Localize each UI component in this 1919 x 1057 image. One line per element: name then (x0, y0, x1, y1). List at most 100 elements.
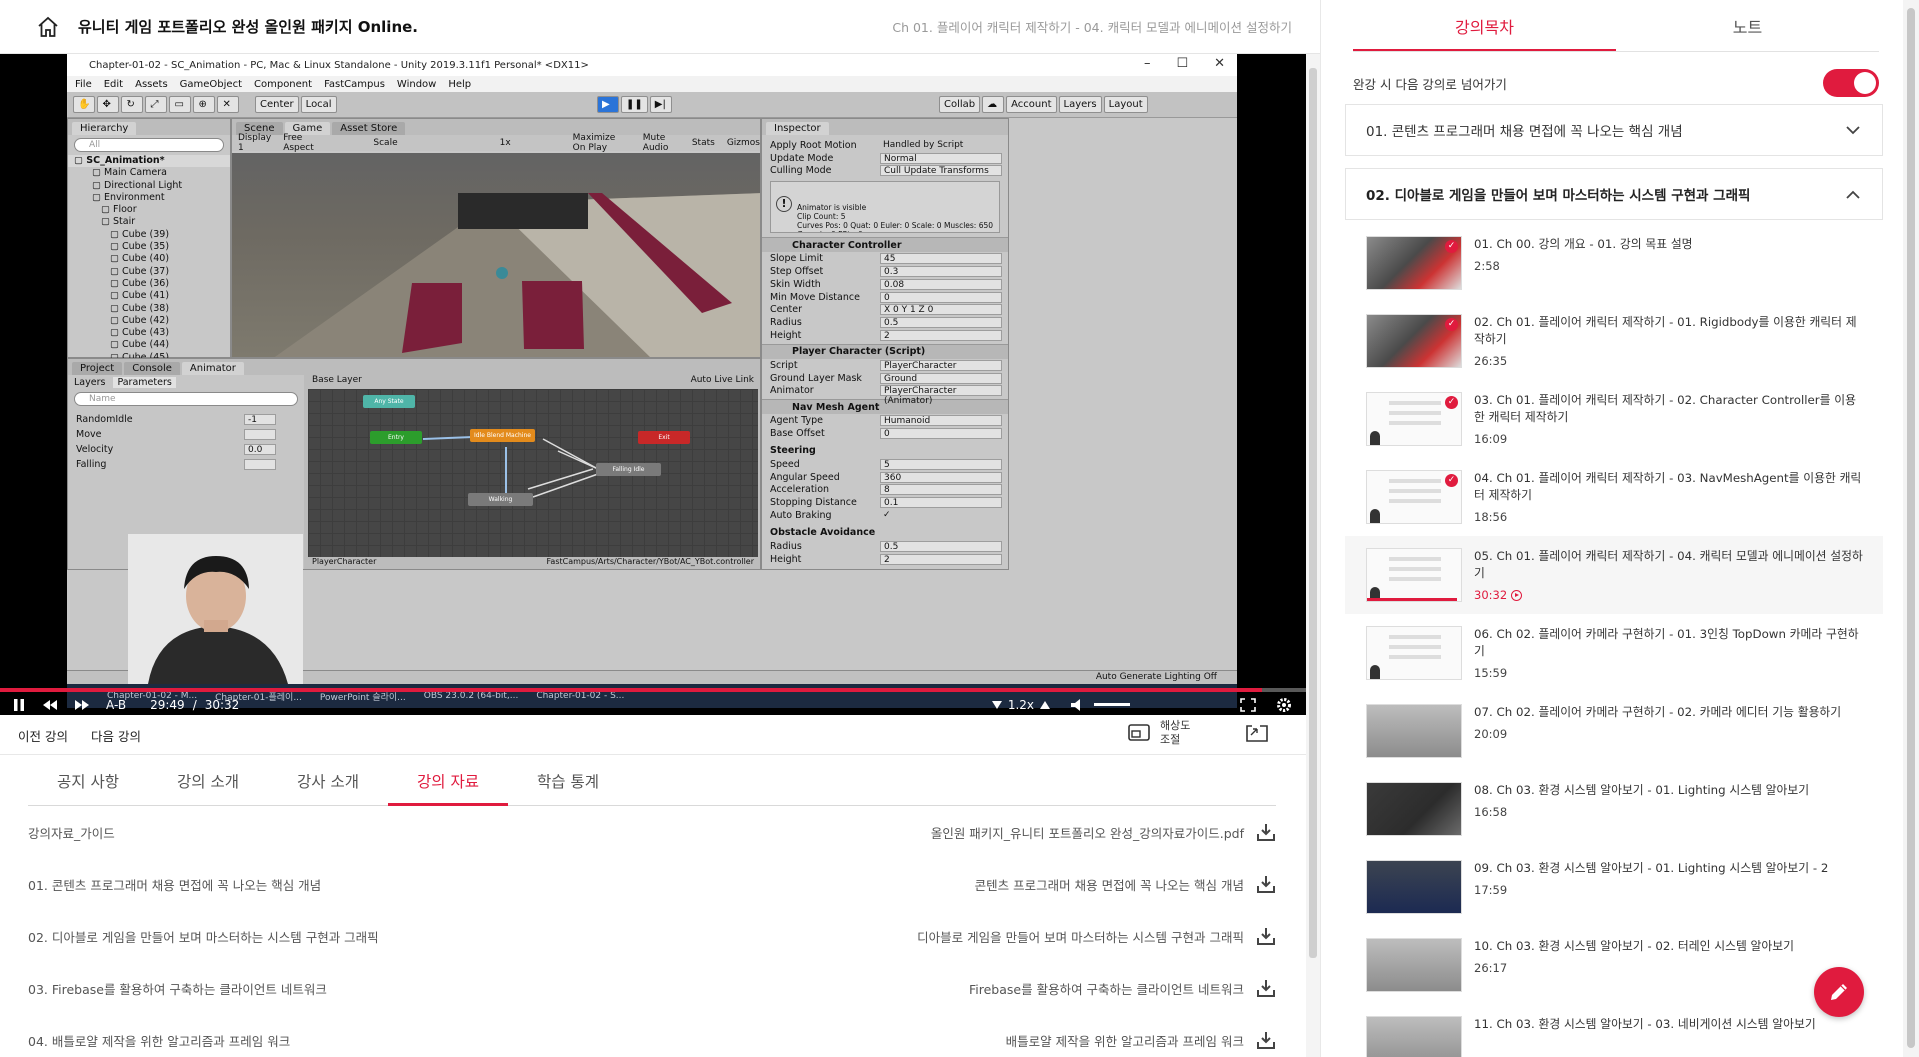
sidebar-scrollbar-thumb[interactable] (1907, 8, 1915, 1048)
animator-info-text: Animator is visible Clip Count: 5 Curves… (797, 203, 994, 232)
field-label: Culling Mode (770, 165, 832, 177)
video-progress-bar[interactable] (0, 688, 1306, 692)
lecture-thumbnail: ✓ (1366, 236, 1462, 290)
lecture-item[interactable]: 11. Ch 03. 환경 시스템 알아보기 - 03. 네비게이션 시스템 알… (1345, 1004, 1883, 1057)
material-file[interactable]: 올인원 패키지_유니티 포트폴리오 완성_강의자료가이드.pdf (931, 822, 1276, 842)
download-icon[interactable] (1256, 874, 1276, 894)
lecture-item[interactable]: 08. Ch 03. 환경 시스템 알아보기 - 01. Lighting 시스… (1345, 770, 1883, 848)
forward-button[interactable] (74, 699, 90, 711)
lecture-duration: 30:32 (1474, 588, 1864, 602)
speed-down-button[interactable] (991, 700, 1002, 710)
lecture-item[interactable]: ✓ 02. Ch 01. 플레이어 캐릭터 제작하기 - 01. Rigidbod… (1345, 302, 1883, 380)
animator-param-row: RandomIdle -1 (68, 412, 304, 427)
material-file[interactable]: Firebase를 활용하여 구축하는 클라이언트 네트워크 (969, 978, 1276, 998)
sidebar-tab-0[interactable]: 강의목차 (1353, 0, 1616, 52)
course-title: 유니티 게임 포트폴리오 완성 올인원 패키지 Online. (78, 18, 418, 36)
playback-speed[interactable]: 1.2x (1008, 698, 1034, 712)
volume-slider[interactable] (1094, 703, 1130, 706)
inspector-field: Slope Limit 45 (762, 252, 1008, 265)
tab-3[interactable]: 강의 자료 (388, 756, 508, 806)
tab-2[interactable]: 강사 소개 (268, 756, 388, 805)
settings-button[interactable] (1276, 697, 1292, 713)
lecture-item[interactable]: 05. Ch 01. 플레이어 캐릭터 제작하기 - 04. 캐릭터 모델과 에… (1345, 536, 1883, 614)
unity-menu-bar: File Edit Assets GameObject Component FastCam… (67, 76, 1237, 92)
resolution-button[interactable]: 해상도 조절 (1128, 719, 1190, 747)
cube-icon: ▢ (110, 327, 122, 339)
home-icon[interactable] (36, 15, 60, 39)
pause-button[interactable] (12, 698, 26, 712)
tab-1[interactable]: 강의 소개 (148, 756, 268, 805)
material-file-name[interactable]: 배틀로얄 제작을 위한 알고리즘과 프레임 워크 (1006, 1031, 1244, 1050)
lecture-title: 07. Ch 02. 플레이어 카메라 구현하기 - 02. 카메라 에디터 기… (1474, 705, 1842, 719)
note-write-button[interactable] (1814, 967, 1864, 1017)
speed-up-button[interactable] (1040, 700, 1050, 710)
obstacle-avoidance-heading: Obstacle Avoidance (770, 526, 876, 538)
lecture-list: ✓ 01. Ch 00. 강의 개요 - 01. 강의 목표 설명 2:58 ✓ 02.… (1345, 224, 1883, 1057)
material-file-name[interactable]: 올인원 패키지_유니티 포트폴리오 완성_강의자료가이드.pdf (931, 823, 1244, 842)
inspector-field: Radius 0.5 (762, 540, 1008, 553)
inspector-field: Ground Layer Mask Ground (762, 372, 1008, 385)
field-value: Ground (880, 372, 1002, 384)
lecture-item[interactable]: ✓ 03. Ch 01. 플레이어 캐릭터 제작하기 - 02. Characte… (1345, 380, 1883, 458)
tab-0[interactable]: 공지 사항 (28, 756, 148, 805)
lecture-item[interactable]: 07. Ch 02. 플레이어 카메라 구현하기 - 02. 카메라 에디터 기… (1345, 692, 1883, 770)
unity-toolbar: ✋ ✥ ↻ ⤢ ▭ ⊕ ✕ Center Local ▶ ❚❚ ▶| Colla… (67, 92, 1237, 118)
lecture-thumbnail: ✓ (1366, 470, 1462, 524)
download-icon[interactable] (1256, 926, 1276, 946)
material-file-name[interactable]: Firebase를 활용하여 구축하는 클라이언트 네트워크 (969, 979, 1244, 998)
scale-value: 1x (499, 138, 511, 148)
fullscreen-button[interactable] (1240, 697, 1256, 712)
lecture-item[interactable]: 09. Ch 03. 환경 시스템 알아보기 - 01. Lighting 시스… (1345, 848, 1883, 926)
lecture-duration-value: 26:17 (1474, 961, 1508, 975)
next-lecture-button[interactable]: 다음 강의 (91, 726, 141, 745)
animator-param-row: Velocity 0.0 (68, 442, 304, 457)
main-scrollbar[interactable] (1306, 54, 1320, 1057)
lecture-item[interactable]: 06. Ch 02. 플레이어 카메라 구현하기 - 01. 3인칭 TopDo… (1345, 614, 1883, 692)
lecture-duration-value: 17:59 (1474, 883, 1508, 897)
aspect-dropdown: Free Aspect (283, 133, 314, 153)
main-scrollbar-thumb[interactable] (1309, 68, 1317, 958)
auto-next-toggle[interactable] (1823, 69, 1879, 97)
download-icon[interactable] (1256, 978, 1276, 998)
download-icon[interactable] (1256, 822, 1276, 842)
material-file-name[interactable]: 콘텐츠 프로그래머 채용 면접에 꼭 나오는 핵심 개념 (975, 875, 1244, 894)
inspector-field: Agent Type Humanoid (762, 414, 1008, 427)
lecture-duration-value: 15:59 (1474, 666, 1508, 680)
hierarchy-item: ▢ Cube (40) (68, 253, 230, 265)
materials-list: 강의자료_가이드 올인원 패키지_유니티 포트폴리오 완성_강의자료가이드.pdf… (28, 806, 1276, 1057)
unity-menu-item: Edit (103, 78, 124, 90)
prev-lecture-button[interactable]: 이전 강의 (18, 726, 68, 745)
download-icon[interactable] (1256, 1030, 1276, 1050)
material-file[interactable]: 배틀로얄 제작을 위한 알고리즘과 프레임 워크 (1006, 1030, 1276, 1050)
toggle-knob (1854, 72, 1876, 94)
lecture-item[interactable]: 10. Ch 03. 환경 시스템 알아보기 - 02. 터레인 시스템 알아보… (1345, 926, 1883, 1004)
lecture-duration-value: 18:56 (1474, 510, 1508, 524)
video-player[interactable]: Chapter-01-02 - SC_Animation - PC, Mac &… (0, 54, 1306, 715)
unity-menu-item: Assets (135, 78, 168, 90)
scale-tool-icon: ⤢ (145, 96, 168, 113)
lecture-item[interactable]: ✓ 01. Ch 00. 강의 개요 - 01. 강의 목표 설명 2:58 (1345, 224, 1883, 302)
field-label: Auto Braking (770, 510, 832, 522)
lecture-item[interactable]: ✓ 04. Ch 01. 플레이어 캐릭터 제작하기 - 03. NavMeshA… (1345, 458, 1883, 536)
play-controls: ▶ ❚❚ ▶| (597, 96, 672, 113)
cube-icon: ▢ (110, 290, 122, 302)
section-01[interactable]: 01. 콘텐츠 프로그래머 채용 면접에 꼭 나오는 핵심 개념 (1345, 104, 1883, 156)
material-file[interactable]: 콘텐츠 프로그래머 채용 면접에 꼭 나오는 핵심 개념 (975, 874, 1276, 894)
hierarchy-item-label: Cube (38) (122, 302, 170, 314)
field-label: Acceleration (770, 484, 830, 496)
inspector-field: Base Offset 0 (762, 427, 1008, 440)
tab-4[interactable]: 학습 통계 (508, 756, 628, 805)
ab-repeat-button[interactable]: A-B (106, 698, 126, 712)
volume-button[interactable] (1070, 698, 1086, 712)
section-02[interactable]: 02. 디아블로 게임을 만들어 보며 마스터하는 시스템 구현과 그래픽 (1345, 168, 1883, 220)
graph-header: Base Layer Auto Live Link (308, 375, 758, 389)
rewind-button[interactable] (42, 699, 58, 711)
sidebar-scrollbar[interactable] (1903, 0, 1919, 1057)
pip-button[interactable] (1246, 725, 1268, 747)
material-file[interactable]: 디아블로 게임을 만들어 보며 마스터하는 시스템 구현과 그래픽 (917, 926, 1276, 946)
inspector-field: Height 2 (762, 329, 1008, 342)
stats-toggle: Stats (691, 138, 715, 148)
material-file-name[interactable]: 디아블로 게임을 만들어 보며 마스터하는 시스템 구현과 그래픽 (917, 927, 1244, 946)
hierarchy-item: ▢ Cube (44) (68, 339, 230, 351)
sidebar-tab-1[interactable]: 노트 (1616, 0, 1879, 52)
